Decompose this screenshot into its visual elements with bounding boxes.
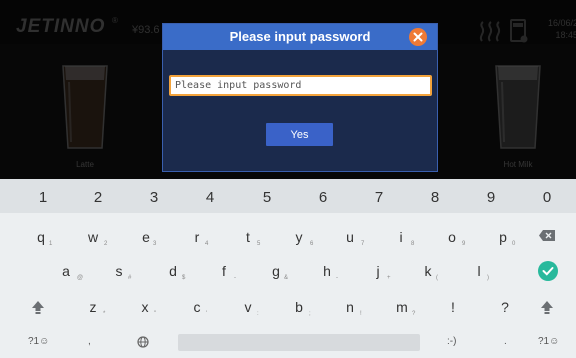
key-b[interactable]: b — [287, 299, 311, 315]
yes-button[interactable]: Yes — [266, 123, 333, 146]
key-1[interactable]: 1 — [23, 189, 63, 206]
key-hint: 4 — [205, 241, 209, 247]
key-hint: & — [284, 275, 289, 281]
key-hint: ? — [412, 311, 416, 317]
drink-label-hot-milk: Hot Milk — [503, 160, 533, 169]
key-hint: 7 — [361, 241, 365, 247]
enter-button[interactable] — [538, 261, 558, 281]
key-4[interactable]: 4 — [190, 189, 230, 206]
globe-icon[interactable] — [137, 336, 149, 348]
key-w[interactable]: w — [81, 229, 105, 245]
brand-trademark: ® — [112, 16, 118, 25]
key-2[interactable]: 2 — [78, 189, 118, 206]
symbols-key-right[interactable]: ?1☺ — [538, 336, 559, 347]
date-time: 16/06/2 18:45 — [538, 17, 576, 41]
key-hint: $ — [182, 275, 186, 281]
shift-left-icon[interactable] — [31, 300, 45, 314]
key-hint: 3 — [153, 241, 157, 247]
key-hint: - — [234, 275, 236, 281]
key-period[interactable]: . — [504, 336, 507, 347]
hot-milk-cup-icon[interactable] — [493, 62, 543, 152]
dialog-title: Please input password — [229, 29, 371, 44]
key-9[interactable]: 9 — [471, 189, 511, 206]
key-hint: * — [103, 311, 106, 317]
symbols-key-left[interactable]: ?1☺ — [28, 336, 49, 347]
drink-label-latte: Latte — [76, 160, 94, 169]
key-8[interactable]: 8 — [415, 189, 455, 206]
dialog-header: Please input password — [163, 24, 437, 50]
key-hint: - — [336, 275, 338, 281]
key-hint: 0 — [512, 241, 516, 247]
key-exclamation[interactable]: ! — [441, 299, 465, 315]
key-hint: + — [387, 275, 391, 281]
key-5[interactable]: 5 — [247, 189, 287, 206]
key-hint: 2 — [104, 241, 108, 247]
key-7[interactable]: 7 — [359, 189, 399, 206]
key-hint: @ — [77, 275, 84, 281]
price-label: ¥93.6 — [132, 24, 160, 36]
key-i[interactable]: i — [389, 229, 413, 245]
checkmark-icon — [542, 267, 554, 276]
key-o[interactable]: o — [440, 229, 464, 245]
key-a[interactable]: a — [54, 263, 78, 279]
machine-status-icon — [510, 19, 528, 43]
latte-cup-icon[interactable] — [60, 62, 110, 152]
key-6[interactable]: 6 — [303, 189, 343, 206]
date-label: 16/06/2 — [547, 18, 576, 28]
space-bar[interactable] — [178, 334, 420, 351]
number-row: 1 2 3 4 5 6 7 8 9 0 — [0, 179, 576, 213]
brand-logo: JETINNO — [16, 16, 106, 37]
key-hint: ; — [309, 311, 311, 317]
key-f[interactable]: f — [212, 263, 236, 279]
on-screen-keyboard: 1 2 3 4 5 6 7 8 9 0 q 1 w 2 e 3 r 4 t 5 … — [0, 179, 576, 358]
key-comma[interactable]: , — [88, 336, 91, 347]
key-hint: 8 — [411, 241, 415, 247]
key-3[interactable]: 3 — [134, 189, 174, 206]
key-hint: 6 — [310, 241, 314, 247]
key-hint: ! — [360, 311, 362, 317]
shift-right-icon[interactable] — [540, 300, 554, 314]
key-hint: 1 — [49, 241, 53, 247]
key-u[interactable]: u — [338, 229, 362, 245]
time-label: 18:45 — [555, 30, 576, 40]
key-hint: ( — [436, 275, 438, 281]
kiosk-screen: JETINNO ® ¥93.6 16/06/2 18:45 Latte Hot … — [0, 0, 576, 179]
key-hint: : — [257, 311, 259, 317]
key-n[interactable]: n — [338, 299, 362, 315]
key-z[interactable]: z — [81, 299, 105, 315]
key-hint: ) — [487, 275, 489, 281]
key-y[interactable]: y — [287, 229, 311, 245]
close-icon — [413, 32, 423, 42]
steam-icon — [479, 21, 501, 42]
key-hint: ' — [206, 311, 208, 317]
close-button[interactable] — [409, 28, 427, 46]
key-hint: " — [154, 311, 157, 317]
key-hint: 5 — [257, 241, 261, 247]
backspace-icon[interactable] — [539, 230, 555, 241]
password-input[interactable] — [169, 75, 432, 96]
password-dialog: Please input password Yes — [162, 23, 438, 172]
key-hint: 9 — [462, 241, 466, 247]
emoticon-key[interactable]: :-) — [447, 336, 456, 347]
key-question[interactable]: ? — [493, 299, 517, 315]
key-hint: # — [128, 275, 132, 281]
key-m[interactable]: m — [390, 299, 414, 315]
key-0[interactable]: 0 — [527, 189, 567, 206]
